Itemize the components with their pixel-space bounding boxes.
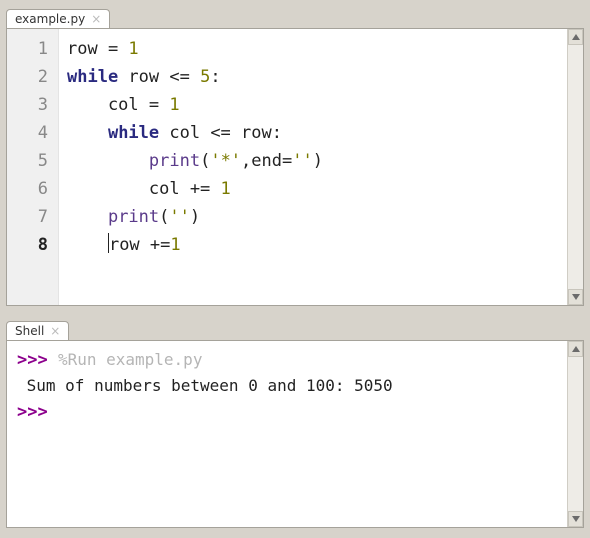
- code-line[interactable]: row = 1: [67, 35, 559, 63]
- line-number: 7: [7, 203, 48, 231]
- shell-line: Sum of numbers between 0 and 100: 5050: [17, 373, 557, 399]
- shell-tabrow: Shell ×: [6, 316, 584, 340]
- editor-tab[interactable]: example.py ×: [6, 9, 110, 29]
- shell-tab[interactable]: Shell ×: [6, 321, 69, 341]
- code-line[interactable]: col = 1: [67, 91, 559, 119]
- close-icon[interactable]: ×: [50, 325, 60, 337]
- shell-line: >>> %Run example.py: [17, 347, 557, 373]
- code-line[interactable]: col += 1: [67, 175, 559, 203]
- code-line[interactable]: while row <= 5:: [67, 63, 559, 91]
- scroll-down-button[interactable]: [568, 289, 583, 305]
- editor-tabrow: example.py ×: [6, 4, 584, 28]
- shell-output-area[interactable]: >>> %Run example.py Sum of numbers betwe…: [7, 341, 567, 527]
- line-number: 6: [7, 175, 48, 203]
- shell-tab-label: Shell: [15, 324, 44, 338]
- close-icon[interactable]: ×: [91, 13, 101, 25]
- code-line[interactable]: while col <= row:: [67, 119, 559, 147]
- editor-code-area[interactable]: row = 1while row <= 5: col = 1 while col…: [59, 29, 567, 305]
- code-line[interactable]: row +=1: [67, 231, 559, 259]
- line-number: 4: [7, 119, 48, 147]
- code-line[interactable]: print('*',end=''): [67, 147, 559, 175]
- scroll-down-button[interactable]: [568, 511, 583, 527]
- chevron-down-icon: [572, 516, 580, 522]
- scroll-up-button[interactable]: [568, 341, 583, 357]
- chevron-up-icon: [572, 346, 580, 352]
- line-number: 8: [7, 231, 48, 259]
- chevron-up-icon: [572, 34, 580, 40]
- shell-prompt: >>>: [17, 350, 58, 370]
- editor-scrollbar[interactable]: [567, 29, 583, 305]
- chevron-down-icon: [572, 294, 580, 300]
- shell-line: >>>: [17, 399, 557, 425]
- shell-scrollbar[interactable]: [567, 341, 583, 527]
- shell-pane: Shell × >>> %Run example.py Sum of numbe…: [0, 312, 590, 534]
- editor-gutter: 12345678: [7, 29, 59, 305]
- shell-panel: >>> %Run example.py Sum of numbers betwe…: [6, 340, 584, 528]
- line-number: 5: [7, 147, 48, 175]
- code-line[interactable]: print(''): [67, 203, 559, 231]
- line-number: 3: [7, 91, 48, 119]
- scroll-up-button[interactable]: [568, 29, 583, 45]
- editor-pane: example.py × 12345678 row = 1while row <…: [0, 0, 590, 312]
- editor-panel: 12345678 row = 1while row <= 5: col = 1 …: [6, 28, 584, 306]
- editor-tab-label: example.py: [15, 12, 85, 26]
- shell-prompt[interactable]: >>>: [17, 402, 58, 422]
- shell-output: Sum of numbers between 0 and 100: 5050: [17, 376, 393, 395]
- line-number: 1: [7, 35, 48, 63]
- shell-command: %Run example.py: [58, 350, 203, 369]
- line-number: 2: [7, 63, 48, 91]
- scroll-track[interactable]: [568, 45, 583, 289]
- scroll-track[interactable]: [568, 357, 583, 511]
